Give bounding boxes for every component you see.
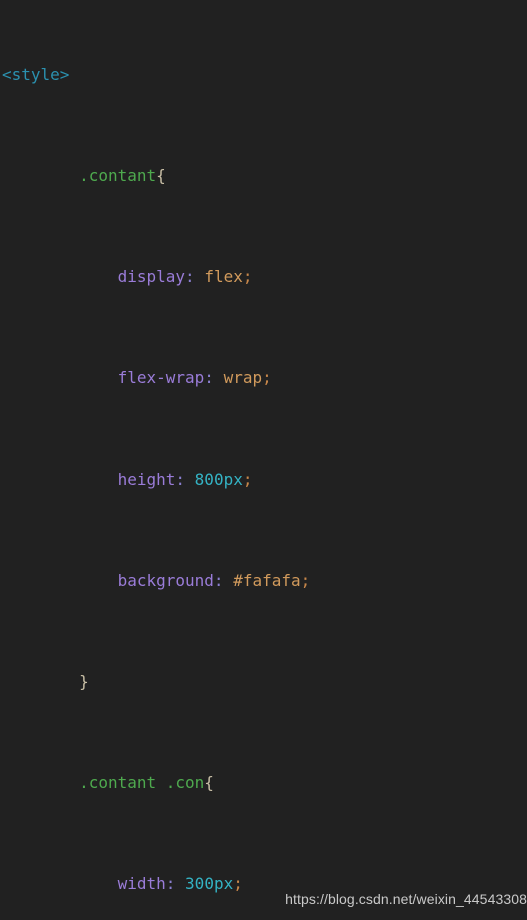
- token-value-800px: 800px: [194, 469, 243, 489]
- token-brace-open: {: [156, 166, 166, 186]
- code-line-6[interactable]: background: #fafafa;: [2, 568, 416, 593]
- token-property-width: width: [117, 874, 166, 894]
- token-selector-contant: .contant: [79, 166, 157, 186]
- token-property-display: display: [117, 267, 186, 287]
- token-semicolon: ;: [262, 368, 272, 388]
- token-property-background: background: [117, 570, 214, 590]
- watermark-url: https://blog.csdn.net/weixin_44543308: [285, 891, 527, 907]
- token-value-fafafa: #fafafa: [233, 570, 301, 590]
- token-brace-close: }: [79, 672, 89, 692]
- code-line-7[interactable]: }: [2, 669, 416, 694]
- code-line-2[interactable]: .contant{: [2, 163, 416, 188]
- token-colon: :: [185, 267, 195, 287]
- code-line-8[interactable]: .contant .con{: [2, 770, 416, 795]
- code-line-4[interactable]: flex-wrap: wrap;: [2, 365, 416, 390]
- token-property-height: height: [117, 469, 176, 489]
- token-colon: :: [175, 469, 186, 489]
- token-style-open-tag: <style>: [2, 64, 70, 84]
- code-content[interactable]: <style> .contant{ display: flex; flex-wr…: [2, 0, 416, 920]
- token-semicolon: ;: [233, 874, 243, 894]
- code-line-1[interactable]: <style>: [2, 62, 416, 87]
- token-value-flex: flex: [204, 267, 243, 287]
- token-brace-open: {: [204, 773, 214, 793]
- code-editor-viewport[interactable]: <style> .contant{ display: flex; flex-wr…: [0, 0, 527, 920]
- token-property-flex-wrap: flex-wrap: [117, 368, 205, 388]
- code-line-3[interactable]: display: flex;: [2, 264, 416, 289]
- token-colon: :: [165, 874, 176, 894]
- token-semicolon: ;: [242, 469, 253, 489]
- token-value-300px: 300px: [185, 874, 234, 894]
- token-colon: :: [213, 570, 224, 590]
- token-selector-contant: .contant: [79, 773, 157, 793]
- token-selector-con: .con: [165, 773, 205, 793]
- token-semicolon: ;: [242, 267, 253, 287]
- token-value-wrap: wrap: [223, 368, 263, 388]
- code-line-5[interactable]: height: 800px;: [2, 467, 416, 492]
- token-colon: :: [204, 368, 214, 388]
- token-semicolon: ;: [300, 570, 311, 590]
